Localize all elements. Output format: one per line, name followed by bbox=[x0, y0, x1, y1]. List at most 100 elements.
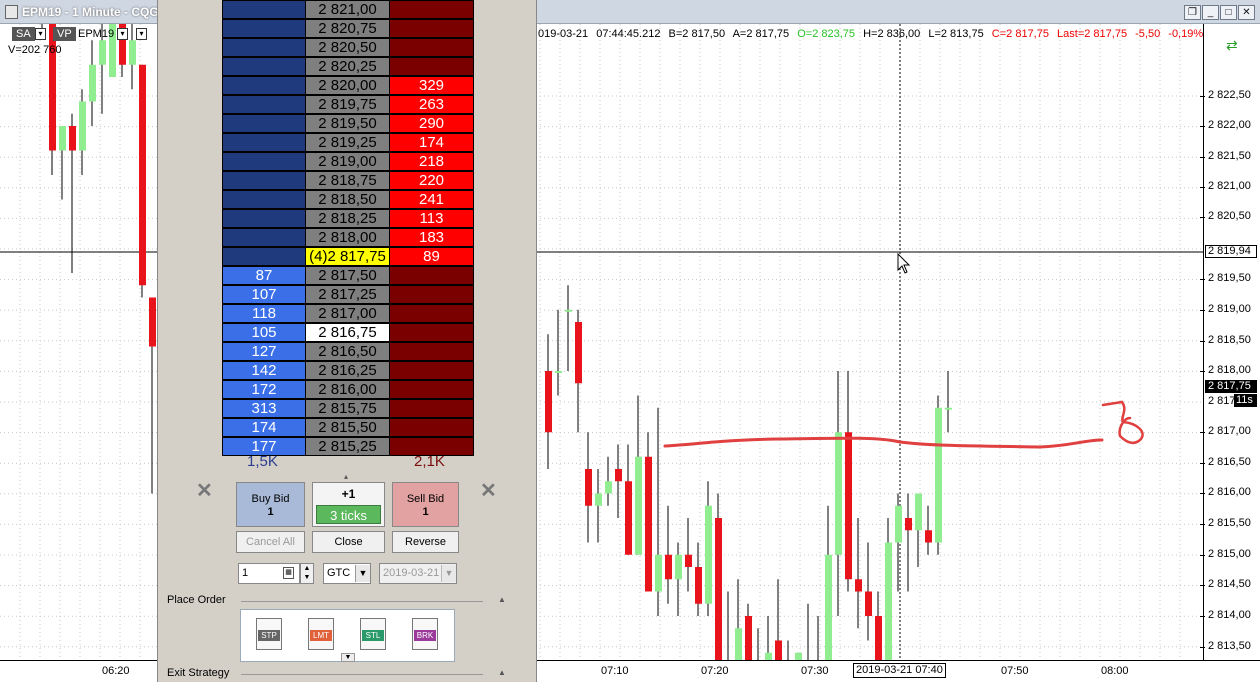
ladder-row[interactable]: 2 818,00 183 bbox=[222, 228, 474, 247]
ladder-row[interactable]: 2 819,75 263 bbox=[222, 95, 474, 114]
stop-limit-order-icon[interactable]: STL bbox=[360, 618, 386, 650]
close-position-button[interactable]: Close bbox=[312, 531, 385, 553]
limit-order-icon[interactable]: LMT bbox=[308, 618, 334, 650]
qty-plus[interactable]: +1 bbox=[313, 487, 384, 501]
sa-button[interactable]: SA bbox=[12, 27, 35, 41]
maximize-button[interactable]: □ bbox=[1220, 5, 1237, 20]
ask-cell[interactable] bbox=[389, 418, 474, 437]
close-right-icon[interactable]: ✕ bbox=[480, 478, 497, 503]
bid-cell[interactable] bbox=[222, 0, 306, 19]
sa-dropdown-icon[interactable]: ▾ bbox=[35, 28, 46, 40]
bracket-order-icon[interactable]: BRK bbox=[412, 618, 438, 650]
ladder-row[interactable]: 2 819,50 290 bbox=[222, 114, 474, 133]
bid-cell[interactable]: 118 bbox=[222, 304, 306, 323]
ask-cell[interactable] bbox=[389, 399, 474, 418]
ask-cell[interactable]: 183 bbox=[389, 228, 474, 247]
reverse-button[interactable]: Reverse bbox=[392, 531, 459, 553]
ladder-row[interactable]: 107 2 817,25 bbox=[222, 285, 474, 304]
sell-bid-button[interactable]: Sell Bid 1 bbox=[392, 482, 459, 527]
bid-cell[interactable] bbox=[222, 19, 306, 38]
ask-cell[interactable] bbox=[389, 323, 474, 342]
ladder-row[interactable]: 2 819,00 218 bbox=[222, 152, 474, 171]
bid-cell[interactable] bbox=[222, 209, 306, 228]
ladder-row[interactable]: 87 2 817,50 bbox=[222, 266, 474, 285]
ask-cell[interactable]: 290 bbox=[389, 114, 474, 133]
ladder-row[interactable]: 2 820,00 329 bbox=[222, 76, 474, 95]
ladder-row[interactable]: 174 2 815,50 bbox=[222, 418, 474, 437]
expand-order-types-icon[interactable]: ▼ bbox=[341, 653, 355, 662]
close-button[interactable]: ✕ bbox=[1238, 5, 1255, 20]
bid-cell[interactable] bbox=[222, 38, 306, 57]
vp-button[interactable]: VP bbox=[53, 27, 76, 41]
ask-cell[interactable] bbox=[389, 19, 474, 38]
ladder-row[interactable]: 2 820,25 bbox=[222, 57, 474, 76]
ask-cell[interactable]: 218 bbox=[389, 152, 474, 171]
ladder-row[interactable]: 118 2 817,00 bbox=[222, 304, 474, 323]
bid-cell[interactable] bbox=[222, 152, 306, 171]
bid-cell[interactable] bbox=[222, 57, 306, 76]
ask-cell[interactable]: 329 bbox=[389, 76, 474, 95]
ladder-row[interactable]: 2 820,50 bbox=[222, 38, 474, 57]
ask-cell[interactable] bbox=[389, 361, 474, 380]
bid-cell[interactable] bbox=[222, 190, 306, 209]
ladder-row[interactable]: 2 818,75 220 bbox=[222, 171, 474, 190]
date-dropdown-icon[interactable]: ▼ bbox=[441, 565, 456, 582]
quantity-offset-box[interactable]: +1 3 ticks bbox=[312, 482, 385, 527]
ladder-row[interactable]: 2 818,50 241 bbox=[222, 190, 474, 209]
ask-cell[interactable]: 174 bbox=[389, 133, 474, 152]
bid-cell[interactable] bbox=[222, 133, 306, 152]
bid-cell[interactable]: 174 bbox=[222, 418, 306, 437]
stop-order-icon[interactable]: STP bbox=[256, 618, 282, 650]
quantity-stepper[interactable]: ▲ ▼ bbox=[300, 563, 314, 584]
ladder-row[interactable]: 2 821,00 bbox=[222, 0, 474, 19]
buy-bid-button[interactable]: Buy Bid 1 bbox=[236, 482, 305, 527]
bid-cell[interactable] bbox=[222, 76, 306, 95]
ladder-row[interactable]: 2 819,25 174 bbox=[222, 133, 474, 152]
bid-cell[interactable]: 87 bbox=[222, 266, 306, 285]
ask-cell[interactable]: 220 bbox=[389, 171, 474, 190]
calculator-icon[interactable]: ▦ bbox=[283, 567, 294, 579]
bid-cell[interactable] bbox=[222, 247, 306, 266]
collapse-exit-strategy-icon[interactable]: ▲ bbox=[498, 668, 506, 677]
ladder-row[interactable]: 142 2 816,25 bbox=[222, 361, 474, 380]
collapse-handle[interactable]: ▴ bbox=[344, 472, 348, 481]
period-dropdown-icon[interactable]: ▾ bbox=[136, 28, 147, 40]
symbol-dropdown-icon[interactable]: ▾ bbox=[117, 28, 128, 40]
bid-cell[interactable]: 107 bbox=[222, 285, 306, 304]
ask-cell[interactable]: 89 bbox=[389, 247, 474, 266]
ask-cell[interactable] bbox=[389, 0, 474, 19]
ask-cell[interactable] bbox=[389, 380, 474, 399]
ask-cell[interactable]: 241 bbox=[389, 190, 474, 209]
trade-arrows-icon[interactable]: ⇄ bbox=[1226, 38, 1248, 54]
ask-cell[interactable] bbox=[389, 57, 474, 76]
ladder-row[interactable]: (4)2 817,75 89 bbox=[222, 247, 474, 266]
minimize-button[interactable]: _ bbox=[1202, 5, 1219, 20]
price-ladder[interactable]: 2 821,00 2 820,75 2 820,50 2 820,25 2 820,00… bbox=[222, 0, 474, 456]
restore-icon[interactable]: ❐ bbox=[1184, 5, 1201, 20]
cancel-all-button[interactable]: Cancel All bbox=[236, 531, 305, 553]
bid-cell[interactable] bbox=[222, 171, 306, 190]
bid-cell[interactable]: 127 bbox=[222, 342, 306, 361]
bid-cell[interactable]: 105 bbox=[222, 323, 306, 342]
ladder-row[interactable]: 2 818,25 113 bbox=[222, 209, 474, 228]
ask-cell[interactable] bbox=[389, 304, 474, 323]
ask-cell[interactable] bbox=[389, 342, 474, 361]
ladder-row[interactable]: 2 820,75 bbox=[222, 19, 474, 38]
bid-cell[interactable]: 313 bbox=[222, 399, 306, 418]
ladder-row[interactable]: 172 2 816,00 bbox=[222, 380, 474, 399]
bid-cell[interactable]: 172 bbox=[222, 380, 306, 399]
ask-cell[interactable] bbox=[389, 285, 474, 304]
ladder-row[interactable]: 127 2 816,50 bbox=[222, 342, 474, 361]
ask-cell[interactable]: 113 bbox=[389, 209, 474, 228]
ladder-row[interactable]: 105 2 816,75 bbox=[222, 323, 474, 342]
bid-cell[interactable] bbox=[222, 95, 306, 114]
bid-cell[interactable] bbox=[222, 114, 306, 133]
ask-cell[interactable]: 263 bbox=[389, 95, 474, 114]
tif-dropdown-icon[interactable]: ▼ bbox=[355, 565, 370, 582]
close-left-icon[interactable]: ✕ bbox=[196, 478, 213, 503]
ask-cell[interactable] bbox=[389, 266, 474, 285]
bid-cell[interactable]: 142 bbox=[222, 361, 306, 380]
bid-cell[interactable] bbox=[222, 228, 306, 247]
ladder-row[interactable]: 313 2 815,75 bbox=[222, 399, 474, 418]
collapse-place-order-icon[interactable]: ▲ bbox=[498, 595, 506, 604]
